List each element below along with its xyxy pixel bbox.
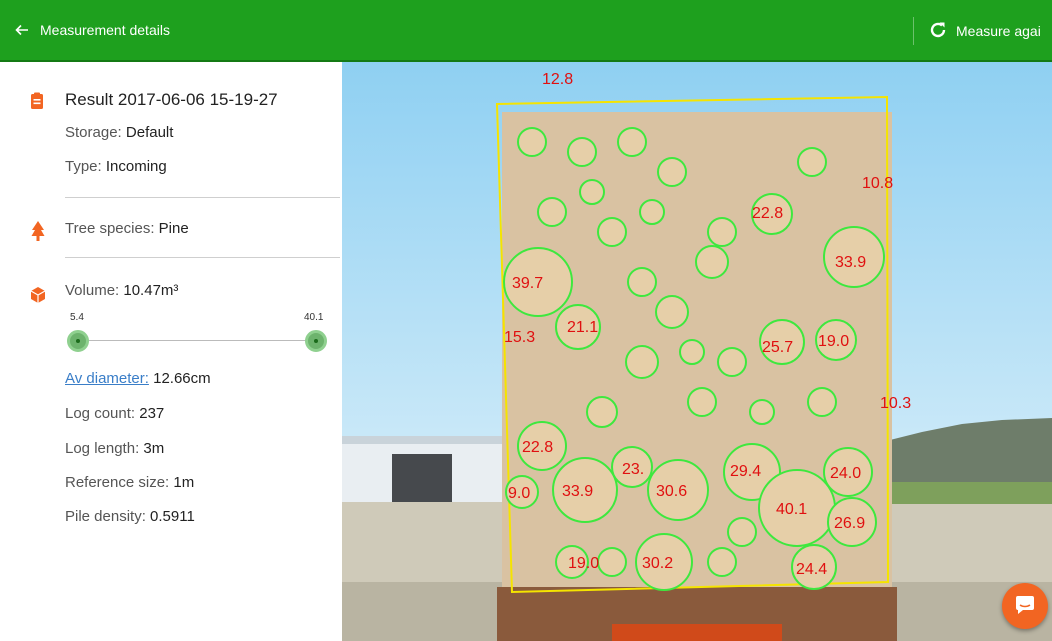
density-label: Pile density: xyxy=(65,508,146,525)
diameter-label: 24.4 xyxy=(796,561,827,578)
reference-row: Reference size: 1m xyxy=(65,474,194,491)
range-min-label: 5.4 xyxy=(70,312,84,323)
divider xyxy=(65,197,340,198)
volume-value: 10.47m³ xyxy=(123,282,179,299)
diameter-label: 33.9 xyxy=(835,254,866,271)
tree-icon xyxy=(31,220,45,247)
species-label: Tree species: xyxy=(65,220,155,237)
storage-value: Default xyxy=(125,124,174,141)
range-max-handle[interactable] xyxy=(305,330,327,352)
refresh-icon xyxy=(928,20,948,43)
details-panel: Result 2017-06-06 15-19-27 Storage: Defa… xyxy=(0,62,342,641)
measure-again-label: Measure agai xyxy=(956,23,1041,39)
type-value: Incoming xyxy=(105,158,167,175)
diameter-label: 30.2 xyxy=(642,555,673,572)
avg-diameter-value: 12.66cm xyxy=(153,370,211,387)
chat-icon xyxy=(1014,593,1036,620)
app-bar: Measurement details Measure agai xyxy=(0,0,1052,62)
diameter-label-top: 12.8 xyxy=(542,71,573,88)
storage-label: Storage: xyxy=(65,124,122,141)
diameter-label: 33.9 xyxy=(562,483,593,500)
log-count-value: 237 xyxy=(139,405,165,422)
result-title: Result 2017-06-06 15-19-27 xyxy=(65,90,278,109)
back-arrow-icon[interactable] xyxy=(14,22,30,38)
diameter-label: 19.0 xyxy=(818,333,849,350)
diameter-label: 21.1 xyxy=(567,319,598,336)
diameter-label: 25.7 xyxy=(762,339,793,356)
range-max-label: 40.1 xyxy=(304,312,324,323)
log-count-row: Log count: 237 xyxy=(65,405,164,422)
species-value: Pine xyxy=(158,220,189,237)
diameter-label: 26.9 xyxy=(834,515,865,532)
log-length-label: Log length: xyxy=(65,440,140,457)
diameter-label: 24.0 xyxy=(830,465,861,482)
range-min-handle[interactable] xyxy=(67,330,89,352)
type-label: Type: xyxy=(65,158,102,175)
diameter-label: 29.4 xyxy=(730,463,761,480)
diameter-range-slider[interactable] xyxy=(78,340,316,341)
diameter-label: 39.7 xyxy=(512,275,543,292)
species-row: Tree species: Pine xyxy=(65,220,189,237)
volume-label: Volume: xyxy=(65,282,120,299)
avg-diameter-row: Av diameter: 12.66cm xyxy=(65,370,211,387)
storage-row: Storage: Default xyxy=(65,124,173,141)
toolbar-divider xyxy=(913,17,914,45)
measure-again-button[interactable]: Measure agai xyxy=(928,0,1041,62)
diameter-label: 9.0 xyxy=(508,485,530,502)
diameter-label: 15.3 xyxy=(504,329,535,346)
chat-button[interactable] xyxy=(1002,583,1048,629)
density-row: Pile density: 0.5911 xyxy=(65,508,195,525)
type-row: Type: Incoming xyxy=(65,158,167,175)
log-pile-photo[interactable]: 12.8 39.7 33.9 21.1 25.7 19.0 22.8 33.9 … xyxy=(342,62,1052,641)
density-value: 0.5911 xyxy=(150,508,195,525)
diameter-label: 23. xyxy=(622,461,644,478)
diameter-label: 10.3 xyxy=(880,395,911,412)
screen-title: Measurement details xyxy=(40,22,170,38)
diameter-label: 19.0 xyxy=(568,555,599,572)
diameter-label: 22.8 xyxy=(522,439,553,456)
photo-canvas: 12.8 39.7 33.9 21.1 25.7 19.0 22.8 33.9 … xyxy=(342,62,1052,641)
volume-row: Volume: 10.47m³ xyxy=(65,282,178,299)
log-length-value: 3m xyxy=(143,440,165,457)
avg-diameter-link[interactable]: Av diameter: xyxy=(65,370,149,387)
reference-label: Reference size: xyxy=(65,474,170,491)
log-count-label: Log count: xyxy=(65,405,136,422)
diameter-label: 10.8 xyxy=(862,175,893,192)
cube-icon xyxy=(30,286,46,309)
divider xyxy=(65,257,340,258)
document-icon xyxy=(30,92,44,115)
log-length-row: Log length: 3m xyxy=(65,440,164,457)
reference-value: 1m xyxy=(173,474,195,491)
diameter-label: 22.8 xyxy=(752,205,783,222)
diameter-label: 40.1 xyxy=(776,501,807,518)
diameter-label: 30.6 xyxy=(656,483,687,500)
